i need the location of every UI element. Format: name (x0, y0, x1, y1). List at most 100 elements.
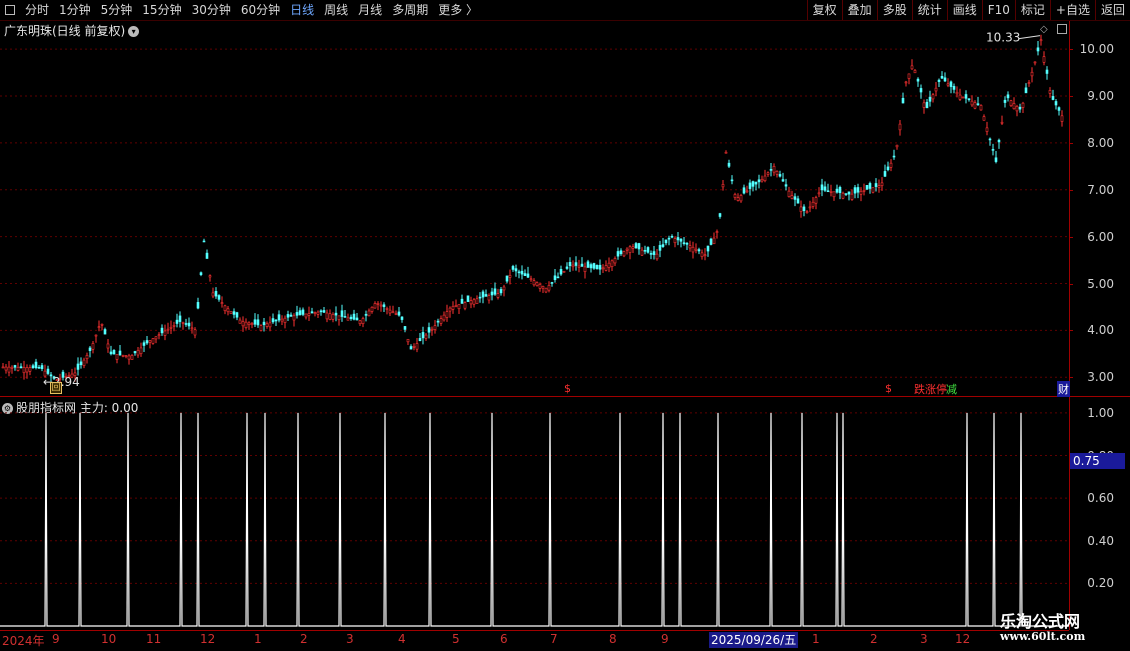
candle-body (1054, 101, 1058, 106)
candle-body (226, 308, 230, 313)
pane-divider[interactable] (0, 396, 1130, 397)
candle-body (301, 309, 305, 315)
candle-body (379, 304, 383, 307)
candle-body (442, 314, 446, 321)
candle-body (598, 264, 602, 270)
candle-body (742, 187, 746, 194)
toolbar-button-5[interactable]: F10 (981, 0, 1015, 20)
candle-body (649, 253, 653, 255)
candle-body (937, 79, 941, 82)
candle-body (520, 270, 524, 275)
candle-body (325, 312, 329, 320)
year-label: 2024年 (2, 634, 45, 648)
candle-body (889, 162, 893, 168)
candle-body (943, 77, 947, 82)
price-axis-label: 5.00 (1087, 276, 1114, 291)
candle-body (199, 272, 203, 276)
candle-body (220, 302, 224, 304)
price-axis-label: 4.00 (1087, 323, 1114, 338)
candle-body (298, 310, 302, 316)
toolbar-button-2[interactable]: 多股 (876, 0, 912, 20)
candle-body (163, 330, 167, 336)
toolbar-button-6[interactable]: 标记 (1014, 0, 1050, 20)
candle-body (763, 175, 767, 182)
diamond-icon[interactable]: ◇ (1040, 24, 1048, 35)
period-tab-1[interactable]: 1分钟 (54, 0, 96, 20)
candlestick-chart[interactable]: 10.33←2.94 (0, 21, 1069, 396)
candle-body (658, 245, 662, 251)
candle-body (568, 262, 572, 266)
candle-body (769, 169, 773, 171)
candle-body (307, 313, 311, 316)
indicator-axis-label: 1.00 (1087, 405, 1114, 420)
finance-marker[interactable]: 财 (1057, 381, 1070, 397)
period-tab-0[interactable]: 分时 (20, 0, 54, 20)
toolbar-button-8[interactable]: 返回 (1094, 0, 1130, 20)
candle-body (898, 123, 902, 131)
period-tab-3[interactable]: 15分钟 (137, 0, 186, 20)
candle-body (454, 305, 458, 307)
candle-body (682, 242, 686, 244)
period-tab-6[interactable]: 日线 (285, 0, 319, 20)
toolbar-button-0[interactable]: 复权 (806, 0, 842, 20)
event-marker-dollar[interactable]: $ (564, 382, 571, 395)
period-tab-5[interactable]: 60分钟 (236, 0, 285, 20)
period-tab-7[interactable]: 周线 (319, 0, 353, 20)
candle-body (409, 346, 413, 350)
candle-body (760, 178, 764, 182)
candle-body (661, 244, 665, 247)
toolbar-button-1[interactable]: 叠加 (841, 0, 877, 20)
candle-body (916, 78, 920, 82)
candle-body (100, 323, 104, 326)
candle-body (496, 293, 500, 298)
candle-body (280, 318, 284, 322)
window-icon[interactable] (0, 0, 20, 20)
period-tab-4[interactable]: 30分钟 (187, 0, 236, 20)
candle-body (952, 86, 956, 90)
date-tick: 3 (346, 632, 354, 646)
candle-body (250, 323, 254, 325)
candle-body (961, 96, 965, 99)
candle-body (988, 138, 992, 141)
period-tab-2[interactable]: 5分钟 (96, 0, 138, 20)
candle-body (562, 271, 566, 273)
candle-body (136, 350, 140, 356)
price-axis-tick (1069, 189, 1073, 191)
candle-body (718, 213, 722, 217)
event-marker-return[interactable]: 回 (50, 382, 62, 394)
candle-body (28, 367, 32, 372)
candle-body (139, 347, 143, 355)
candle-body (946, 83, 950, 86)
candle-body (904, 81, 908, 84)
y-axis-line (1069, 21, 1070, 630)
toolbar-button-7[interactable]: +自选 (1049, 0, 1095, 20)
candle-body (22, 367, 26, 374)
event-marker-dollar-2[interactable]: $ (885, 382, 892, 395)
period-tab-10[interactable]: 更多 〉 (433, 0, 483, 20)
candle-body (1000, 121, 1004, 124)
candle-body (832, 191, 836, 198)
candle-body (271, 318, 275, 323)
reduce-holdings-marker[interactable]: 减 (946, 381, 957, 397)
candle-body (355, 317, 359, 321)
candle-body (295, 312, 299, 316)
period-tab-8[interactable]: 月线 (353, 0, 387, 20)
candle-body (778, 174, 782, 177)
period-tab-9[interactable]: 多周期 (387, 0, 433, 20)
panel-toggle-icon[interactable] (1057, 24, 1067, 34)
candle-body (970, 100, 974, 106)
candle-body (286, 314, 290, 318)
toolbar-button-3[interactable]: 统计 (911, 0, 947, 20)
candle-body (1051, 96, 1055, 100)
indicator-chart[interactable] (0, 398, 1069, 630)
candle-body (994, 157, 998, 162)
candle-body (850, 193, 854, 200)
limit-move-marker[interactable]: 跌涨停 (914, 381, 947, 397)
candle-body (634, 243, 638, 249)
candle-body (337, 315, 341, 321)
candle-body (574, 262, 578, 266)
candle-body (703, 254, 707, 257)
toolbar-button-4[interactable]: 画线 (946, 0, 982, 20)
candle-body (82, 359, 86, 366)
price-axis-label: 8.00 (1087, 135, 1114, 150)
